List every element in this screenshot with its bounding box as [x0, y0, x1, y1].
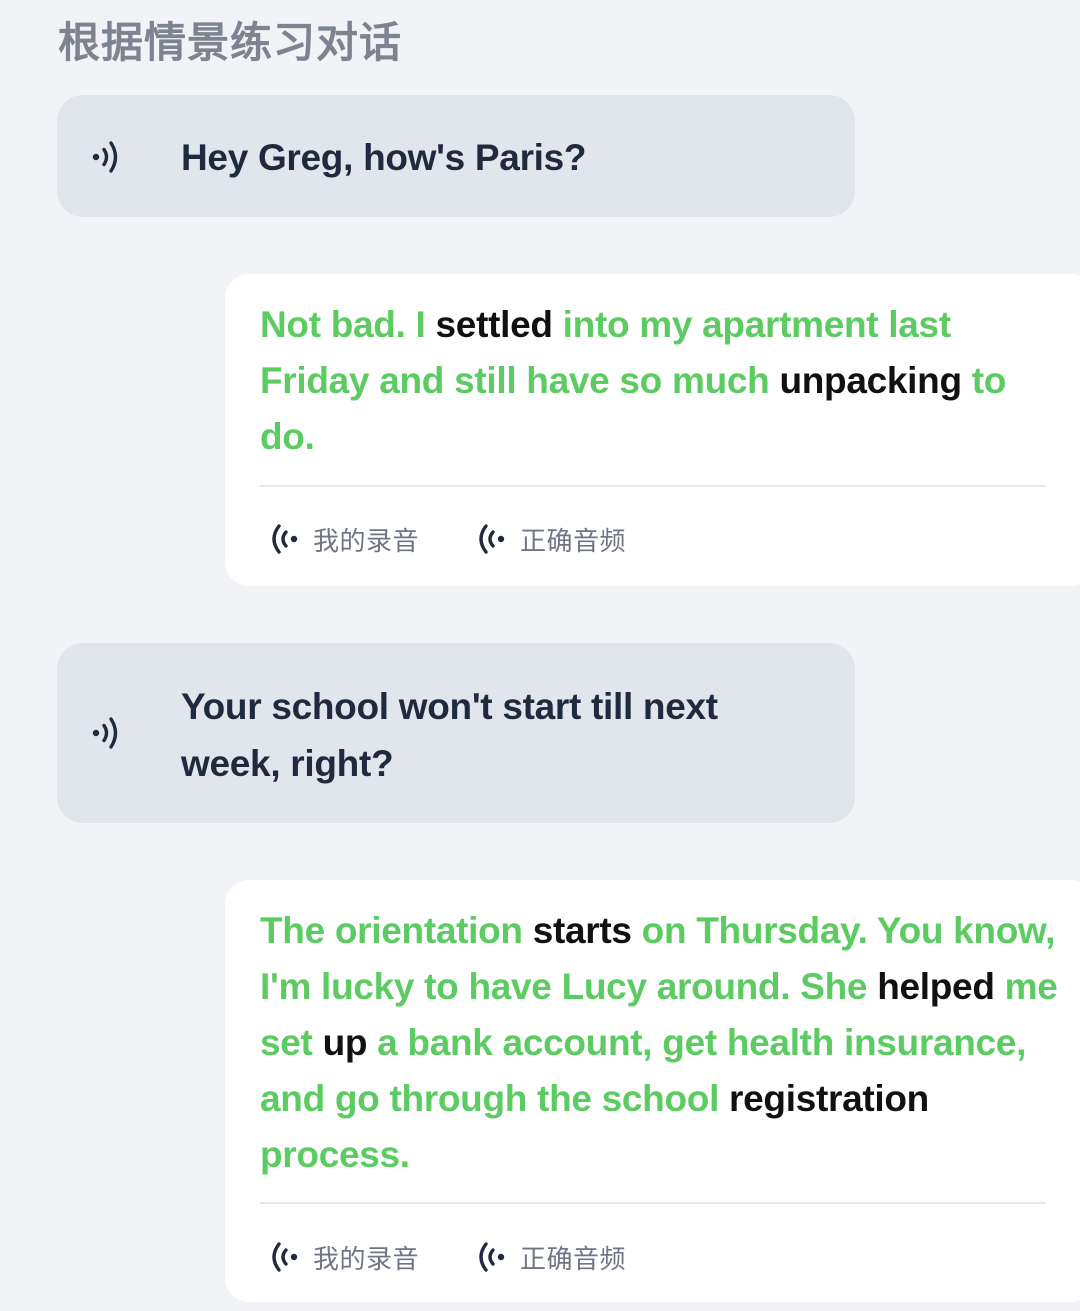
answer-word: settled [435, 304, 553, 345]
correct-audio-button[interactable]: 正确音频 [474, 514, 626, 564]
speaker-icon[interactable] [87, 713, 127, 753]
my-recording-button[interactable]: 我的录音 [267, 1232, 419, 1282]
audio-wave-icon [474, 1237, 512, 1277]
answer-word: Not bad. I [260, 304, 436, 345]
speaker-icon[interactable] [87, 137, 127, 177]
answer-card-1: Not bad. I settled into my apartment las… [225, 274, 1080, 586]
answer-text: The orientation starts on Thursday. You … [260, 903, 1060, 1183]
audio-wave-icon [267, 1237, 305, 1277]
correct-audio-label: 正确音频 [520, 526, 627, 557]
answer-word: up [322, 1022, 368, 1063]
correct-audio-button[interactable]: 正确音频 [474, 1232, 626, 1282]
prompt-text: Hey Greg, how's Paris? [181, 137, 587, 178]
answer-word: The orientation [260, 910, 533, 951]
answer-text: Not bad. I settled into my apartment las… [260, 297, 1060, 465]
answer-word: helped [877, 966, 995, 1007]
audio-wave-icon [267, 519, 305, 559]
divider [260, 485, 1046, 487]
answer-word: unpacking [779, 360, 962, 401]
answer-card-2: The orientation starts on Thursday. You … [225, 880, 1080, 1302]
correct-audio-label: 正确音频 [520, 1244, 627, 1275]
prompt-bubble-1: Hey Greg, how's Paris? [57, 95, 855, 217]
my-recording-label: 我的录音 [313, 1244, 420, 1275]
prompt-bubble-2: Your school won't start till next week, … [57, 643, 855, 823]
divider [260, 1202, 1046, 1204]
page-title: 根据情景练习对话 [58, 18, 403, 67]
audio-wave-icon [474, 519, 512, 559]
my-recording-button[interactable]: 我的录音 [267, 514, 419, 564]
my-recording-label: 我的录音 [313, 526, 420, 557]
answer-word: process. [260, 1134, 410, 1175]
answer-word: starts [532, 910, 632, 951]
prompt-text: Your school won't start till next week, … [181, 686, 718, 784]
answer-word: registration [729, 1078, 929, 1119]
